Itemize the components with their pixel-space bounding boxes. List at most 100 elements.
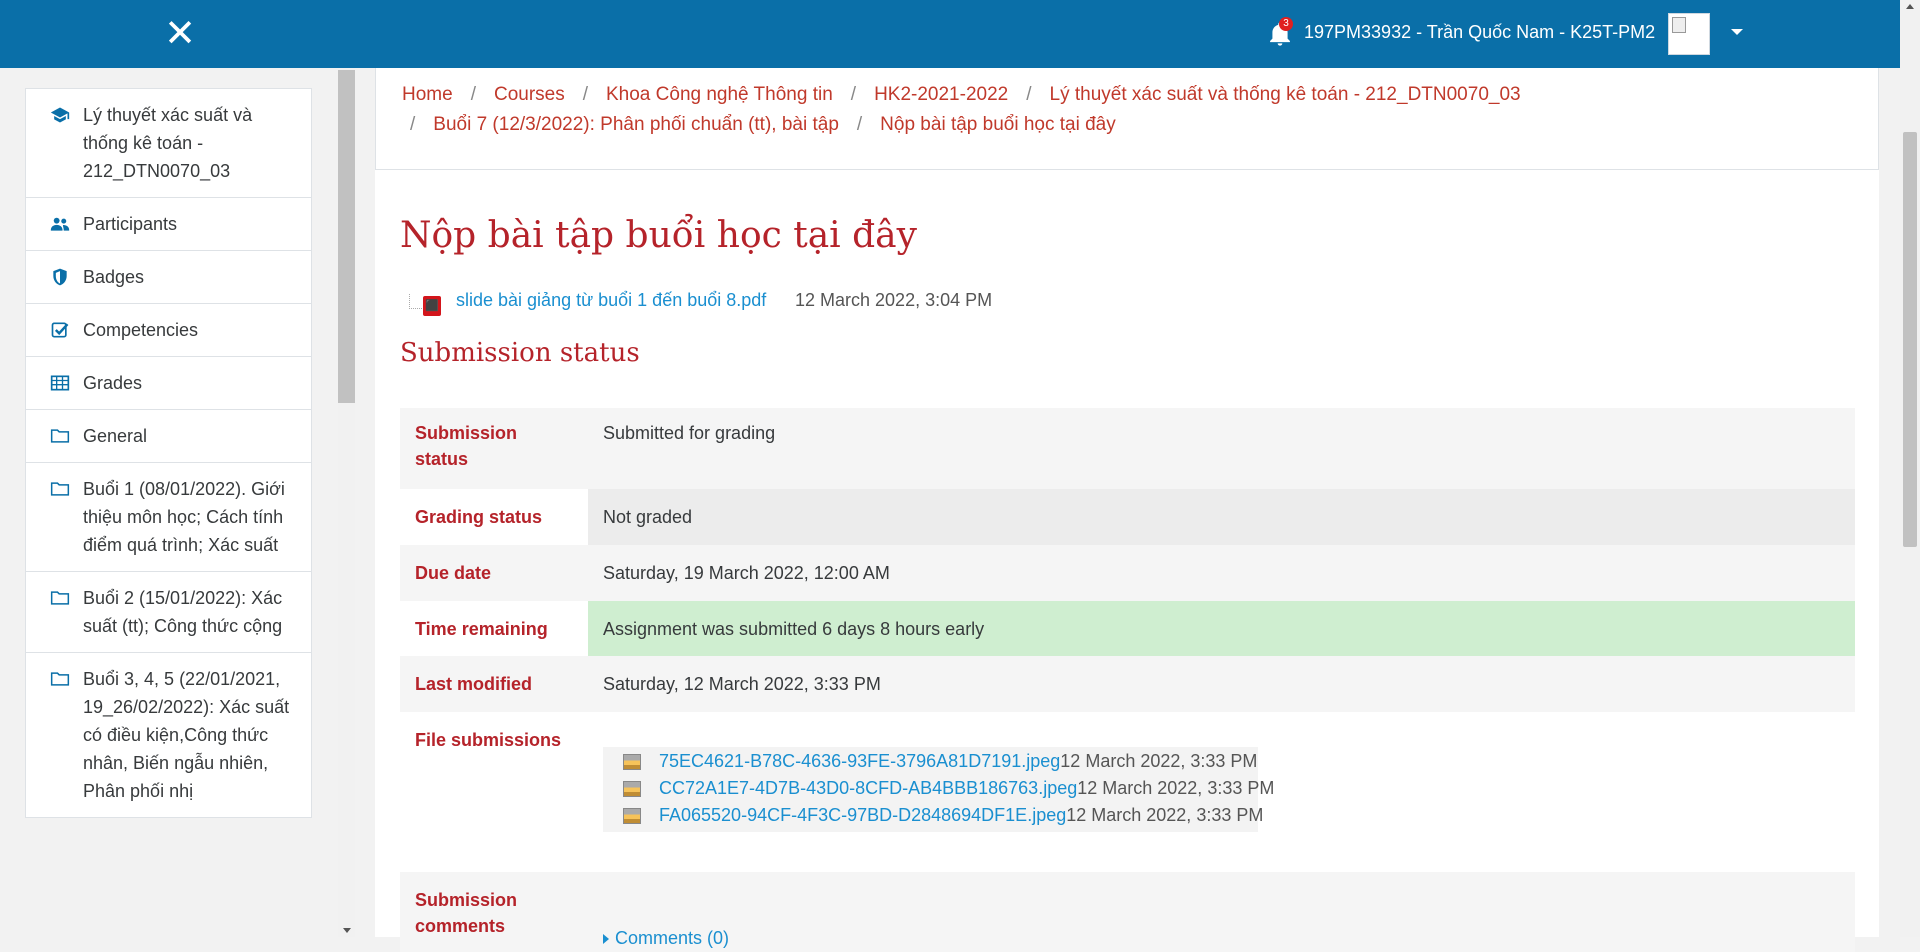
folder-icon [50, 482, 70, 496]
drawer-item-label: Buổi 1 (08/01/2022). Giới thiệu môn học;… [83, 479, 285, 555]
drawer-item-label: General [83, 426, 148, 446]
nav-drawer: Lý thuyết xác suất và thống kê toán - 21… [0, 68, 355, 937]
row-label: Time remaining [415, 619, 548, 639]
drawer-item-label: Participants [83, 214, 178, 234]
breadcrumb-separator: / [410, 114, 416, 135]
table-icon [50, 375, 70, 391]
file-date: 12 March 2022, 3:33 PM [1060, 751, 1258, 771]
folder-icon [50, 591, 70, 605]
table-row: File submissions 75EC4621-B78C-4636-93FE… [400, 712, 1855, 852]
breadcrumb-separator: / [1026, 84, 1032, 105]
drawer-item-label: Lý thuyết xác suất và thống kê toán - 21… [83, 105, 253, 181]
table-row: Due date Saturday, 19 March 2022, 12:00 … [400, 545, 1855, 601]
breadcrumb-faculty[interactable]: Khoa Công nghệ Thông tin [606, 84, 833, 105]
drawer-item-buoi-3-4-5[interactable]: Buổi 3, 4, 5 (22/01/2021, 19_26/02/2022)… [26, 653, 311, 817]
drawer-item-label: Buổi 3, 4, 5 (22/01/2021, 19_26/02/2022)… [83, 669, 290, 801]
pdf-file-icon: ⬛ [423, 296, 441, 316]
file-link[interactable]: FA065520-94CF-4F3C-97BD-D2848694DF1E.jpe… [659, 805, 1066, 825]
list-item: FA065520-94CF-4F3C-97BD-D2848694DF1E.jpe… [603, 803, 1263, 830]
row-label: Grading status [415, 507, 543, 527]
image-file-icon [623, 808, 641, 824]
breadcrumb-course[interactable]: Lý thuyết xác suất và thống kê toán - 21… [1050, 84, 1521, 105]
scroll-up-arrow-icon[interactable] [1906, 4, 1914, 9]
drawer-item-badges[interactable]: Badges [26, 251, 311, 304]
row-label: Last modified [415, 674, 533, 694]
close-drawer-icon[interactable]: ✕ [160, 15, 200, 53]
drawer-item-label: Grades [83, 373, 143, 393]
drawer-item-course[interactable]: Lý thuyết xác suất và thống kê toán - 21… [26, 89, 311, 198]
list-item: 75EC4621-B78C-4636-93FE-3796A81D7191.jpe… [603, 749, 1258, 776]
attachment-link[interactable]: slide bài giảng từ buổi 1 đến buổi 8.pdf [456, 290, 766, 311]
caret-right-icon [603, 934, 609, 944]
breadcrumb-separator: / [856, 114, 863, 135]
table-row: Submission comments Comments (0) [400, 872, 1855, 952]
checkbox-icon [51, 322, 69, 338]
top-navbar: ✕ 3 197PM33932 - Trần Quốc Nam - K25T-PM… [0, 0, 1900, 68]
image-file-icon [623, 781, 641, 797]
breadcrumb-separator: / [582, 84, 588, 105]
folder-icon [50, 672, 70, 686]
avatar[interactable] [1668, 13, 1710, 55]
drawer-item-label: Competencies [83, 320, 199, 340]
drawer-item-general[interactable]: General [26, 410, 311, 463]
file-link[interactable]: CC72A1E7-4D7B-43D0-8CFD-AB4BBB186763.jpe… [659, 778, 1077, 798]
drawer-item-participants[interactable]: Participants [26, 198, 311, 251]
drawer-item-competencies[interactable]: Competencies [26, 304, 311, 357]
scrollbar-thumb[interactable] [1903, 132, 1917, 547]
page-title: Nộp bài tập buổi học tại đây [400, 215, 917, 256]
file-entry: CC72A1E7-4D7B-43D0-8CFD-AB4BBB186763.jpe… [659, 778, 1274, 799]
submission-status-heading: Submission status [400, 338, 640, 368]
drawer-scrollbar-thumb[interactable] [338, 70, 355, 403]
breadcrumb: Home / Courses / Khoa Công nghệ Thông tin / HK… [375, 68, 1879, 170]
broken-image-icon [1672, 17, 1686, 33]
main-region: Home / Courses / Khoa Công nghệ Thông tin / HK… [375, 68, 1880, 952]
comments-link[interactable]: Comments (0) [603, 928, 729, 949]
row-value: Assignment was submitted 6 days 8 hours … [588, 601, 1855, 656]
drawer-item-buoi-1[interactable]: Buổi 1 (08/01/2022). Giới thiệu môn học;… [26, 463, 311, 572]
table-row: Grading status Not graded [400, 489, 1855, 545]
file-submissions-list: 75EC4621-B78C-4636-93FE-3796A81D7191.jpe… [603, 747, 1274, 832]
page-scrollbar[interactable] [1900, 0, 1920, 937]
drawer-item-label: Buổi 2 (15/01/2022): Xác suất (tt); Công… [83, 588, 283, 636]
file-link[interactable]: 75EC4621-B78C-4636-93FE-3796A81D7191.jpe… [659, 751, 1060, 771]
list-item: CC72A1E7-4D7B-43D0-8CFD-AB4BBB186763.jpe… [603, 776, 1274, 803]
row-label: Submission status [415, 423, 518, 469]
image-file-icon [623, 754, 641, 770]
shield-icon [53, 268, 67, 286]
row-label: Submission comments [415, 890, 518, 936]
attachment-date: 12 March 2022, 3:04 PM [795, 290, 993, 310]
file-entry: 75EC4621-B78C-4636-93FE-3796A81D7191.jpe… [659, 751, 1257, 772]
drawer-item-label: Badges [83, 267, 145, 287]
drawer-item-grades[interactable]: Grades [26, 357, 311, 410]
row-value: Not graded [588, 489, 1855, 545]
breadcrumb-home[interactable]: Home [402, 84, 453, 105]
breadcrumb-semester[interactable]: HK2-2021-2022 [874, 84, 1008, 105]
users-icon [50, 217, 70, 231]
row-label: File submissions [415, 730, 562, 750]
user-menu-caret-icon[interactable] [1731, 29, 1743, 35]
user-name[interactable]: 197PM33932 - Trần Quốc Nam - K25T-PM2 [1304, 22, 1655, 43]
graduation-cap-icon [50, 107, 70, 123]
tree-line [409, 294, 422, 309]
row-value: Saturday, 19 March 2022, 12:00 AM [603, 563, 890, 583]
table-row: Last modified Saturday, 12 March 2022, 3… [400, 656, 1855, 712]
breadcrumb-separator: / [470, 84, 476, 105]
folder-icon [50, 429, 70, 443]
comments-link-label: Comments (0) [615, 928, 730, 948]
breadcrumb-section[interactable]: Buổi 7 (12/3/2022): Phân phối chuẩn (tt)… [433, 114, 839, 135]
file-entry: FA065520-94CF-4F3C-97BD-D2848694DF1E.jpe… [659, 805, 1263, 826]
drawer-list: Lý thuyết xác suất và thống kê toán - 21… [25, 88, 312, 818]
scroll-down-arrow-icon[interactable] [343, 928, 351, 933]
row-value: Submitted for grading [603, 423, 776, 443]
breadcrumb-separator: / [850, 84, 857, 105]
table-row: Time remaining Assignment was submitted … [400, 601, 1855, 656]
drawer-item-buoi-2[interactable]: Buổi 2 (15/01/2022): Xác suất (tt); Công… [26, 572, 311, 653]
row-label: Due date [415, 563, 492, 583]
breadcrumb-list: Home / Courses / Khoa Công nghệ Thông tin / HK… [402, 80, 1802, 140]
breadcrumb-courses[interactable]: Courses [494, 84, 565, 105]
breadcrumb-assignment[interactable]: Nộp bài tập buổi học tại đây [880, 114, 1116, 135]
file-date: 12 March 2022, 3:33 PM [1066, 805, 1264, 825]
page-content: Nộp bài tập buổi học tại đây ⬛ slide bài… [375, 170, 1879, 952]
notification-count-badge: 3 [1279, 17, 1293, 31]
drawer-scrollbar[interactable] [338, 68, 355, 937]
